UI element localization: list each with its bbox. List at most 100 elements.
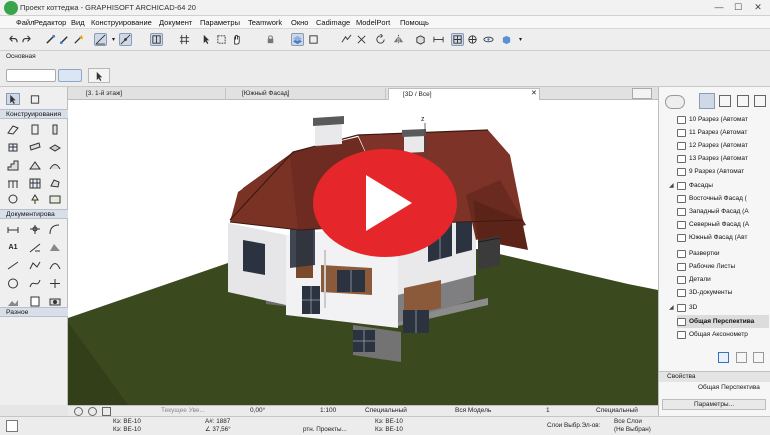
scale-field[interactable]: 1:100 (320, 407, 336, 414)
nav-item-section-12[interactable]: 12 Разрез (Автомат (677, 139, 748, 152)
maximize-button[interactable]: ☐ (731, 2, 745, 13)
gravity-icon[interactable] (150, 33, 163, 46)
layer-toggle-icon[interactable] (291, 33, 304, 46)
rotate-icon[interactable] (374, 33, 387, 46)
hotspot-tool-icon[interactable] (48, 277, 62, 289)
nav-item-section-11[interactable]: 11 Разрез (Автомат (677, 126, 747, 139)
section-icon[interactable] (432, 33, 445, 46)
polyline-tool-icon[interactable] (28, 259, 42, 271)
nav-item-3d-documents[interactable]: 3D-документы (677, 286, 732, 299)
grid-snap-icon[interactable] (178, 33, 191, 46)
nav-item-generic-perspective[interactable]: Общая Перспектива (677, 315, 769, 328)
clone-view-icon[interactable] (736, 352, 747, 363)
nav-item-south-elevation[interactable]: Южный Фасад (Авт (677, 231, 747, 244)
minimize-button[interactable]: — (712, 2, 726, 13)
project-map-icon[interactable] (699, 93, 715, 109)
slab-tool-icon[interactable] (48, 141, 62, 153)
nav-item-north-elevation[interactable]: Северный Фасад (А (677, 218, 749, 231)
menu-edit[interactable]: Редактор (34, 18, 66, 27)
zone-tool-icon[interactable] (48, 193, 62, 205)
edit-elements-icon[interactable] (307, 33, 320, 46)
menu-options[interactable]: Параметры (200, 18, 240, 27)
fit-window-icon[interactable] (102, 407, 111, 416)
menu-teamwork[interactable]: Teamwork (248, 18, 282, 27)
line-tool-icon[interactable] (6, 259, 20, 271)
window-tool-icon[interactable] (6, 141, 20, 153)
column-tool-icon[interactable] (48, 123, 62, 135)
nav-item-section-13[interactable]: 13 Разрез (Автомат (677, 152, 748, 165)
layer-combo-field[interactable]: Специальный (365, 407, 407, 414)
publisher-icon[interactable] (754, 95, 766, 107)
not-selected-field[interactable]: (Не Выбран) (614, 426, 651, 433)
parameters-button[interactable]: Параметры... (662, 399, 766, 410)
pick-up-icon[interactable] (44, 33, 57, 46)
menu-window[interactable]: Окно (291, 18, 308, 27)
arrow-icon[interactable] (200, 33, 213, 46)
toolbox-section-document[interactable]: Документирова (0, 209, 68, 219)
selection-mode-button[interactable] (58, 69, 82, 82)
roof-tool-icon[interactable] (28, 159, 42, 171)
door-tool-icon[interactable] (28, 123, 42, 135)
all-layers-field[interactable]: Все Слои (614, 418, 642, 425)
layer-combo-field-2[interactable]: Специальный (596, 407, 638, 414)
nav-item-section-9[interactable]: 9 Разрез (Автомат (677, 165, 744, 178)
layer-selector[interactable] (6, 69, 56, 82)
zoom-out-icon[interactable] (74, 407, 83, 416)
zoom-in-icon[interactable] (88, 407, 97, 416)
menu-help[interactable]: Помощь (400, 18, 429, 27)
coord-field-5[interactable]: Кэ: BE-10 (375, 418, 403, 425)
nav-item-worksheets[interactable]: Рабочие Листы (677, 260, 735, 273)
wall-tool-icon[interactable] (6, 123, 20, 135)
hand-icon[interactable] (230, 33, 243, 46)
number-field[interactable]: 1 (546, 407, 550, 414)
menu-view[interactable]: Вид (71, 18, 85, 27)
new-view-icon[interactable] (718, 352, 729, 363)
collapse-toggle-icon[interactable]: ◢ (669, 304, 675, 311)
radial-dimension-tool-icon[interactable] (48, 223, 62, 235)
coord-field-4[interactable]: ∠ 37,56° (205, 426, 231, 433)
3d-navigate-icon[interactable] (466, 33, 479, 46)
view-map-icon[interactable] (719, 95, 731, 107)
text-tool-icon[interactable]: A1 (6, 241, 20, 253)
layout-book-icon[interactable] (737, 95, 749, 107)
beam-tool-icon[interactable] (28, 141, 42, 153)
coord-field-2[interactable]: Кэ: BE-10 (113, 426, 141, 433)
inject-icon[interactable] (58, 33, 71, 46)
trim-icon[interactable] (340, 33, 353, 46)
nav-item-section-10[interactable]: 10 Разрез (Автомат (677, 113, 748, 126)
split-icon[interactable] (355, 33, 368, 46)
properties-header[interactable]: Свойства (659, 371, 770, 382)
magic-wand-icon[interactable] (72, 33, 85, 46)
fill-tool-icon[interactable] (48, 241, 62, 253)
shell-tool-icon[interactable] (48, 159, 62, 171)
tab-list-icon[interactable] (632, 88, 652, 99)
menu-design[interactable]: Конструирование (91, 18, 152, 27)
delete-view-icon[interactable] (753, 352, 764, 363)
lamp-tool-icon[interactable] (28, 193, 42, 205)
coord-field-6[interactable]: Кэ: BE-10 (375, 426, 403, 433)
nav-item-interior-elevations[interactable]: Развертки (677, 247, 720, 260)
morph-tool-icon[interactable] (48, 177, 62, 189)
3d-window-icon[interactable] (414, 33, 427, 46)
mirror-icon[interactable] (392, 33, 405, 46)
marquee-select-icon[interactable] (28, 93, 42, 105)
nav-item-details[interactable]: Детали (677, 273, 711, 286)
lock-icon[interactable] (264, 33, 277, 46)
tab-close-icon[interactable]: ✕ (531, 89, 537, 97)
collapse-toggle-icon[interactable]: ◢ (669, 182, 675, 189)
coord-field-3[interactable]: A#: 1887 (205, 418, 230, 425)
3d-grid-icon[interactable] (451, 33, 464, 46)
arrow-select-icon[interactable] (6, 93, 20, 105)
nav-item-3d[interactable]: ◢ 3D (669, 301, 697, 314)
toolbox-section-construct[interactable]: Конструирования (0, 109, 68, 119)
undo-icon[interactable] (6, 33, 19, 46)
drawing-tool-icon[interactable] (28, 295, 42, 307)
video-play-button[interactable] (312, 148, 458, 258)
tab-south-elevation[interactable]: [Южный Фасад] (228, 88, 386, 100)
object-tool-icon[interactable] (6, 193, 20, 205)
stair-tool-icon[interactable] (6, 159, 20, 171)
camera-tool-icon[interactable] (48, 295, 62, 307)
coord-field-1[interactable]: Кэ: BE-10 (113, 418, 141, 425)
snap-points-icon[interactable] (119, 33, 132, 46)
label-tool-icon[interactable] (28, 241, 42, 253)
